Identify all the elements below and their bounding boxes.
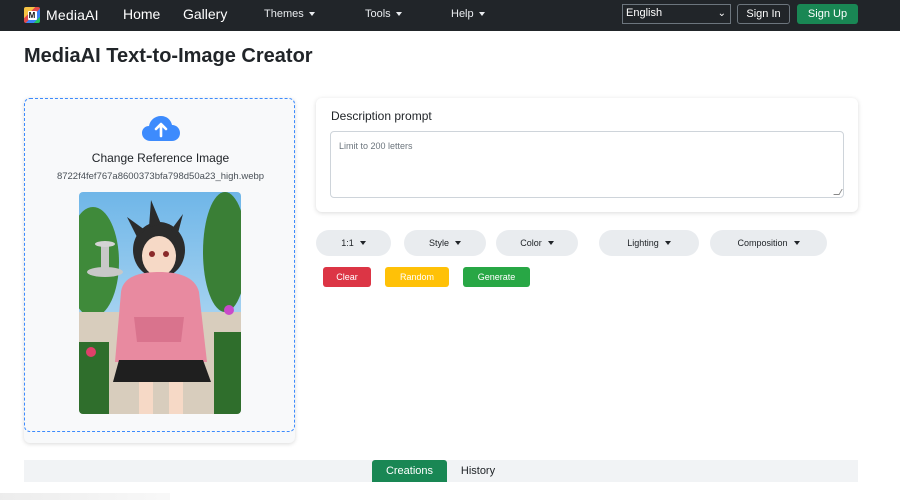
page-title: MediaAI Text-to-Image Creator xyxy=(24,45,313,67)
lighting-dropdown[interactable]: Lighting xyxy=(599,230,699,256)
tab-history[interactable]: History xyxy=(452,460,504,482)
top-navbar: M MediaAI Home Gallery Themes Tools Help… xyxy=(0,0,900,31)
caret-down-icon xyxy=(455,241,461,245)
aspect-ratio-dropdown[interactable]: 1:1 xyxy=(316,230,391,256)
resize-handle-icon[interactable] xyxy=(833,189,843,195)
caret-down-icon xyxy=(793,241,800,245)
composition-dropdown[interactable]: Composition xyxy=(710,230,827,256)
caret-down-icon xyxy=(359,241,366,245)
color-label: Color xyxy=(520,238,542,248)
nav-help-dropdown[interactable]: Help xyxy=(451,8,485,20)
nav-tools-label: Tools xyxy=(365,8,391,20)
prompt-card: Description prompt Limit to 200 letters xyxy=(316,98,858,212)
reference-image-card: Change Reference Image 8722f4fef767a8600… xyxy=(24,98,295,443)
signup-button[interactable]: Sign Up xyxy=(797,4,858,24)
nav-gallery-link[interactable]: Gallery xyxy=(183,6,227,22)
change-reference-label: Change Reference Image xyxy=(91,151,230,165)
nav-help-label: Help xyxy=(451,8,474,20)
cloud-upload-icon xyxy=(142,116,180,141)
brand-link[interactable]: M MediaAI xyxy=(24,5,99,25)
signin-button[interactable]: Sign In xyxy=(737,4,790,24)
style-dropdown[interactable]: Style xyxy=(404,230,486,256)
reference-file-name: 8722f4fef767a8600373bfa798d50a23_high.we… xyxy=(56,171,265,182)
style-label: Style xyxy=(428,238,449,248)
chevron-down-icon: ⌄ xyxy=(717,8,726,19)
random-button[interactable]: Random xyxy=(385,267,449,287)
generate-button[interactable]: Generate xyxy=(463,267,530,287)
language-select[interactable]: English ⌄ xyxy=(622,4,731,24)
reference-image-thumbnail xyxy=(79,192,241,414)
caret-down-icon xyxy=(664,241,671,245)
composition-label: Composition xyxy=(737,238,788,248)
caret-down-icon xyxy=(395,12,402,17)
reference-image-dropzone[interactable]: Change Reference Image 8722f4fef767a8600… xyxy=(24,98,295,432)
footer-strip xyxy=(0,493,170,500)
caret-down-icon xyxy=(478,12,485,17)
lighting-label: Lighting xyxy=(627,238,659,248)
brand-logo-icon: M xyxy=(24,7,40,23)
prompt-textarea[interactable]: Limit to 200 letters xyxy=(330,131,844,198)
prompt-placeholder: Limit to 200 letters xyxy=(339,141,413,151)
color-dropdown[interactable]: Color xyxy=(496,230,578,256)
aspect-ratio-label: 1:1 xyxy=(341,238,354,248)
tab-creations[interactable]: Creations xyxy=(372,460,447,482)
clear-button[interactable]: Clear xyxy=(323,267,371,287)
nav-themes-label: Themes xyxy=(264,8,304,20)
language-value: English xyxy=(626,7,663,19)
caret-down-icon xyxy=(308,12,315,17)
nav-themes-dropdown[interactable]: Themes xyxy=(264,8,315,20)
caret-down-icon xyxy=(547,241,554,245)
nav-home-link[interactable]: Home xyxy=(123,6,160,22)
nav-tools-dropdown[interactable]: Tools xyxy=(365,8,402,20)
brand-name: MediaAI xyxy=(46,7,99,23)
prompt-label: Description prompt xyxy=(331,109,432,123)
